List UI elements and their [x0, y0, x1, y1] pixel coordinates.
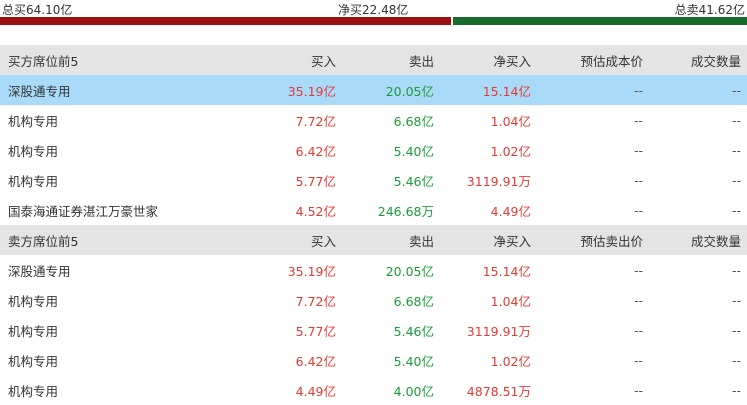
table-row[interactable]: 机构专用 7.72亿 6.68亿 1.04亿 -- --	[0, 285, 747, 315]
column-header-estimated-price: 预估卖出价	[580, 233, 643, 249]
column-header-trade-volume: 成交数量	[690, 233, 741, 249]
net-buy-amount-cell: 3119.91万	[466, 173, 531, 189]
seat-name-cell: 机构专用	[8, 293, 59, 309]
trade-volume-cell: --	[731, 352, 741, 368]
buy-sell-ratio-bar	[0, 17, 747, 25]
table-row[interactable]: 机构专用 6.42亿 5.40亿 1.02亿 -- --	[0, 345, 747, 375]
trade-volume-cell: --	[731, 292, 741, 308]
buy-amount-cell: 4.49亿	[295, 383, 336, 399]
table-row[interactable]: 深股通专用 35.19亿 20.05亿 15.14亿 -- --	[0, 255, 747, 285]
table-row[interactable]: 机构专用 5.77亿 5.46亿 3119.91万 -- --	[0, 315, 747, 345]
seat-name-cell: 机构专用	[8, 353, 59, 369]
trade-summary: 总买64.10亿 净买22.48亿 总卖41.62亿	[0, 0, 747, 17]
buy-amount-cell: 5.77亿	[295, 323, 336, 339]
column-header-buy-amount: 买入	[310, 233, 336, 249]
seat-name-cell: 深股通专用	[8, 263, 71, 279]
estimated-price-cell: --	[633, 322, 643, 338]
buy-amount-cell: 6.42亿	[295, 143, 336, 159]
trade-volume-cell: --	[731, 322, 741, 338]
buy-section-header: 买方席位前5 买入 卖出 净买入 预估成本价 成交数量	[0, 45, 747, 75]
buy-amount-cell: 35.19亿	[287, 83, 336, 99]
net-buy-amount-cell: 4878.51万	[466, 383, 531, 399]
net-buy-amount-cell: 3119.91万	[466, 323, 531, 339]
table-row[interactable]: 机构专用 6.42亿 5.40亿 1.02亿 -- --	[0, 135, 747, 165]
sell-amount-cell: 6.68亿	[393, 293, 434, 309]
table-row[interactable]: 国泰海通证券湛江万豪世家 4.52亿 246.68万 4.49亿 -- --	[0, 195, 747, 225]
estimated-price-cell: --	[633, 352, 643, 368]
seat-table: 买方席位前5 买入 卖出 净买入 预估成本价 成交数量 深股通专用 35.19亿 20.05亿 1…	[0, 45, 747, 405]
sell-amount-cell: 20.05亿	[385, 83, 434, 99]
trade-volume-cell: --	[731, 262, 741, 278]
estimated-price-cell: --	[633, 382, 643, 398]
trade-volume-cell: --	[731, 142, 741, 158]
estimated-price-cell: --	[633, 82, 643, 98]
column-header-estimated-price: 预估成本价	[580, 53, 643, 69]
sell-amount-cell: 4.00亿	[393, 383, 434, 399]
column-header-buy-amount: 买入	[310, 53, 336, 69]
estimated-price-cell: --	[633, 202, 643, 218]
sell-amount-cell: 6.68亿	[393, 113, 434, 129]
estimated-price-cell: --	[633, 112, 643, 128]
trade-volume-cell: --	[731, 202, 741, 218]
net-buy-amount-cell: 1.04亿	[490, 113, 531, 129]
column-header-trade-volume: 成交数量	[690, 53, 741, 69]
buy-amount-cell: 7.72亿	[295, 293, 336, 309]
column-header-net-buy-amount: 净买入	[493, 233, 531, 249]
seat-name-cell: 机构专用	[8, 173, 59, 189]
sell-ratio-segment	[453, 17, 747, 25]
sell-amount-cell: 20.05亿	[385, 263, 434, 279]
seat-name-cell: 机构专用	[8, 383, 59, 399]
seat-name-cell: 机构专用	[8, 143, 59, 159]
net-buy-amount-cell: 15.14亿	[482, 263, 531, 279]
buy-amount-cell: 6.42亿	[295, 353, 336, 369]
estimated-price-cell: --	[633, 292, 643, 308]
trade-volume-cell: --	[731, 172, 741, 188]
column-header-seat-name: 卖方席位前5	[8, 233, 79, 249]
seat-name-cell: 机构专用	[8, 113, 59, 129]
table-row[interactable]: 机构专用 4.49亿 4.00亿 4878.51万 -- --	[0, 375, 747, 405]
total-buy-label: 总买64.10亿	[2, 3, 73, 17]
table-row[interactable]: 深股通专用 35.19亿 20.05亿 15.14亿 -- --	[0, 75, 747, 105]
sell-amount-cell: 5.46亿	[393, 173, 434, 189]
buy-amount-cell: 7.72亿	[295, 113, 336, 129]
seat-name-cell: 国泰海通证券湛江万豪世家	[8, 203, 159, 219]
trade-volume-cell: --	[731, 82, 741, 98]
sell-amount-cell: 5.46亿	[393, 323, 434, 339]
column-header-sell-amount: 卖出	[408, 53, 434, 69]
net-buy-amount-cell: 1.02亿	[490, 143, 531, 159]
buy-amount-cell: 5.77亿	[295, 173, 336, 189]
column-header-seat-name: 买方席位前5	[8, 53, 79, 69]
seat-name-cell: 深股通专用	[8, 83, 71, 99]
table-row[interactable]: 机构专用 5.77亿 5.46亿 3119.91万 -- --	[0, 165, 747, 195]
sell-amount-cell: 5.40亿	[393, 353, 434, 369]
estimated-price-cell: --	[633, 262, 643, 278]
sell-section-header: 卖方席位前5 买入 卖出 净买入 预估卖出价 成交数量	[0, 225, 747, 255]
net-buy-label: 净买22.48亿	[338, 3, 409, 17]
net-buy-amount-cell: 1.02亿	[490, 353, 531, 369]
net-buy-amount-cell: 4.49亿	[490, 203, 531, 219]
sell-amount-cell: 246.68万	[377, 203, 434, 219]
trade-volume-cell: --	[731, 112, 741, 128]
sell-amount-cell: 5.40亿	[393, 143, 434, 159]
total-sell-label: 总卖41.62亿	[674, 3, 745, 17]
seat-name-cell: 机构专用	[8, 323, 59, 339]
estimated-price-cell: --	[633, 172, 643, 188]
net-buy-amount-cell: 1.04亿	[490, 293, 531, 309]
estimated-price-cell: --	[633, 142, 643, 158]
table-row[interactable]: 机构专用 7.72亿 6.68亿 1.04亿 -- --	[0, 105, 747, 135]
buy-amount-cell: 4.52亿	[295, 203, 336, 219]
buy-amount-cell: 35.19亿	[287, 263, 336, 279]
column-header-net-buy-amount: 净买入	[493, 53, 531, 69]
buy-ratio-segment	[0, 17, 451, 25]
net-buy-amount-cell: 15.14亿	[482, 83, 531, 99]
column-header-sell-amount: 卖出	[408, 233, 434, 249]
trade-volume-cell: --	[731, 382, 741, 398]
